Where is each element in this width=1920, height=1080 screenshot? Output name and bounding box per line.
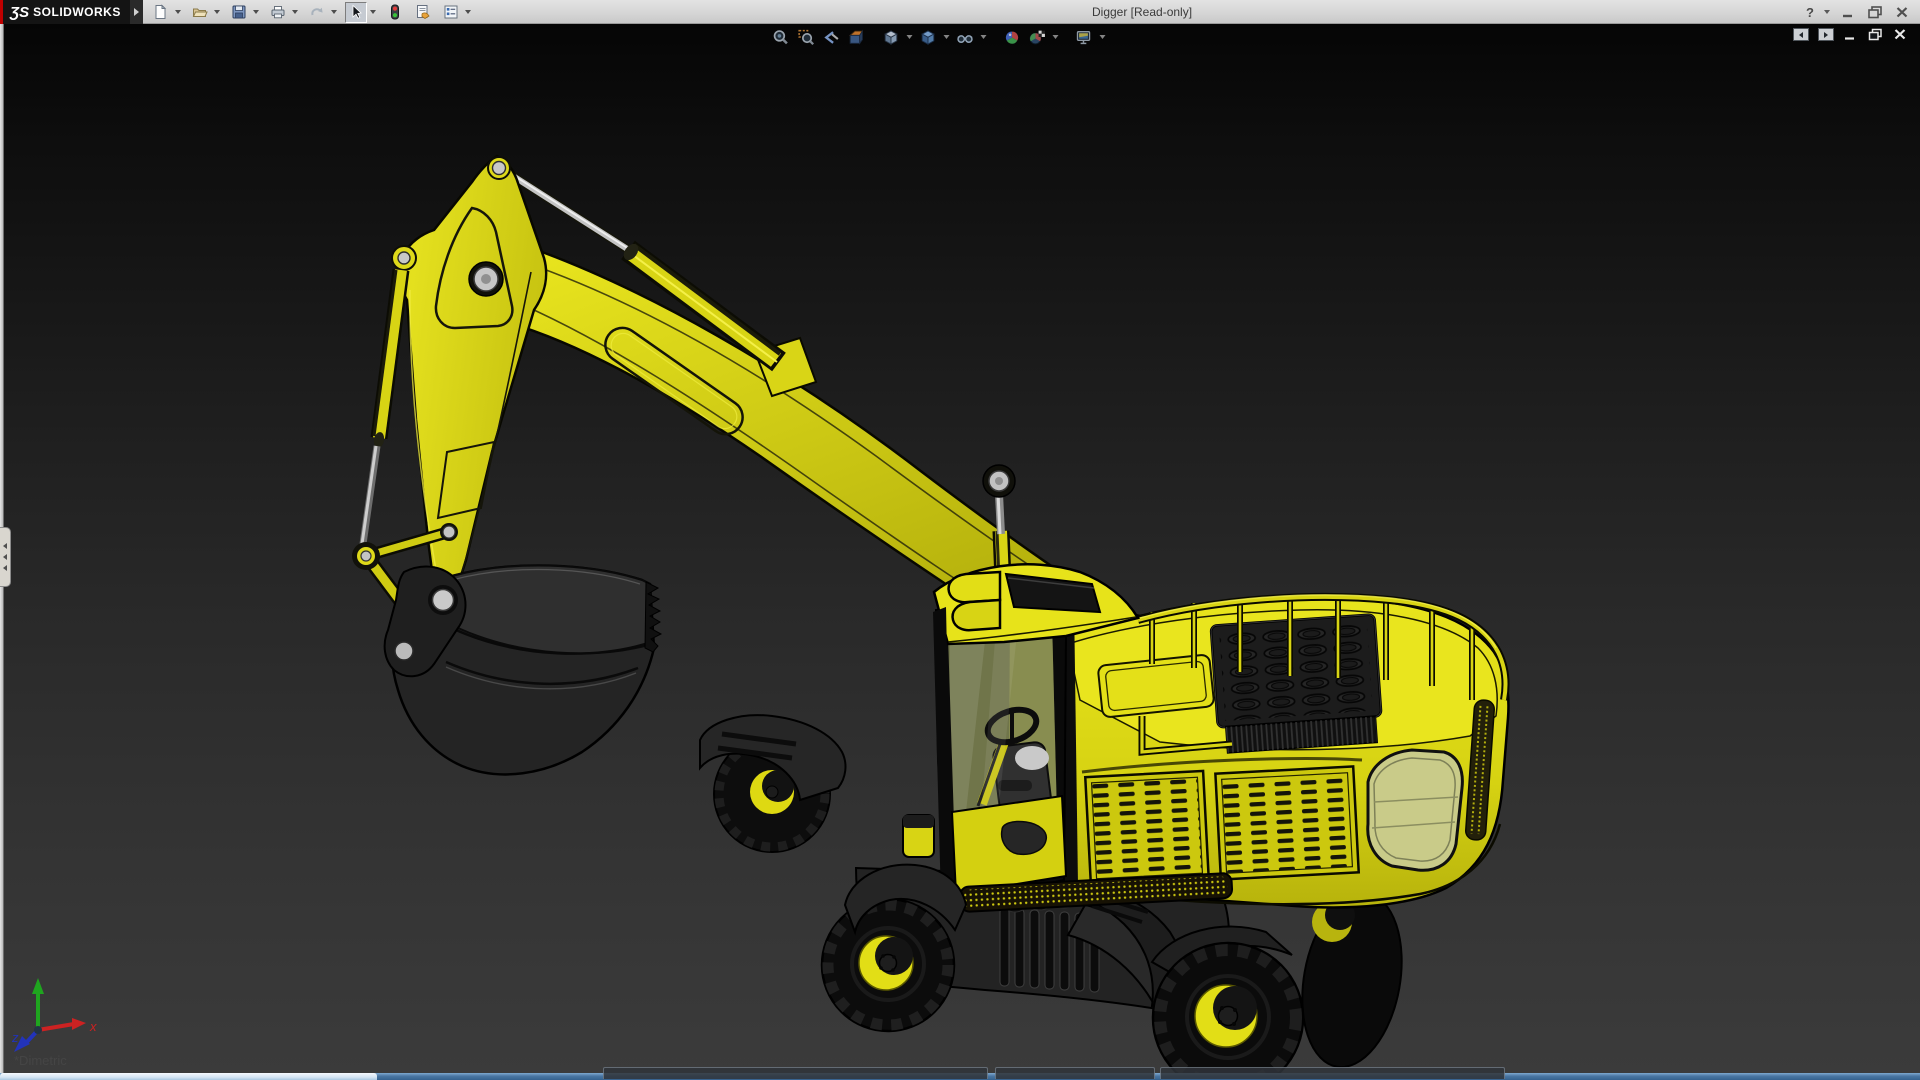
tile-pane-right-button[interactable] bbox=[1818, 28, 1834, 41]
view-orientation-button[interactable] bbox=[880, 27, 902, 47]
solidworks-logo: ƷS SOLIDWORKS bbox=[0, 0, 130, 24]
help-dropdown[interactable] bbox=[1824, 10, 1830, 14]
zoom-to-area-icon bbox=[796, 28, 815, 47]
panel-expand-tab[interactable] bbox=[0, 527, 11, 587]
previous-view-icon bbox=[821, 28, 840, 47]
options-icon bbox=[442, 3, 460, 21]
undo-button[interactable] bbox=[306, 2, 328, 23]
new-document-button[interactable] bbox=[150, 2, 172, 23]
zoom-to-area-button[interactable] bbox=[795, 27, 817, 47]
rebuild-traffic-light-icon bbox=[386, 3, 404, 21]
taskbar[interactable] bbox=[0, 1073, 1920, 1080]
flyout-arrow-icon bbox=[134, 8, 139, 16]
pane-left-arrow-icon bbox=[1799, 32, 1803, 38]
doc-minimize-button[interactable] bbox=[1843, 28, 1858, 41]
brand-glyph: ƷS bbox=[10, 4, 29, 21]
logo-flyout-button[interactable] bbox=[130, 0, 143, 24]
headsup-view-toolbar bbox=[770, 27, 1107, 47]
view-settings-dropdown[interactable] bbox=[1098, 35, 1107, 39]
collapse-arrow-icon bbox=[3, 543, 7, 549]
restore-button[interactable] bbox=[1866, 5, 1884, 19]
options-button[interactable] bbox=[440, 2, 462, 23]
section-view-icon bbox=[846, 28, 865, 47]
file-properties-icon bbox=[414, 3, 432, 21]
logo-red-stripe bbox=[0, 0, 3, 24]
select-dropdown[interactable] bbox=[367, 2, 378, 23]
taskbar-button[interactable] bbox=[603, 1067, 988, 1079]
taskbar-quicklaunch[interactable] bbox=[0, 1073, 377, 1080]
undo-dropdown[interactable] bbox=[328, 2, 339, 23]
taskbar-button[interactable] bbox=[1160, 1067, 1505, 1079]
titlebar-controls: ? bbox=[1806, 0, 1910, 24]
section-view-button[interactable] bbox=[845, 27, 867, 47]
undo-icon bbox=[308, 3, 326, 21]
document-window-controls bbox=[1793, 28, 1908, 41]
select-button[interactable] bbox=[345, 2, 367, 23]
select-cursor-icon bbox=[347, 3, 365, 21]
graphics-viewport[interactable] bbox=[0, 24, 1920, 1073]
print-dropdown[interactable] bbox=[289, 2, 300, 23]
taskbar-button[interactable] bbox=[995, 1067, 1155, 1079]
file-properties-button[interactable] bbox=[412, 2, 434, 23]
tile-pane-left-button[interactable] bbox=[1793, 28, 1809, 41]
print-icon bbox=[269, 3, 287, 21]
titlebar: ƷS SOLIDWORKS bbox=[0, 0, 1920, 24]
close-button[interactable] bbox=[1894, 5, 1910, 19]
pane-right-arrow-icon bbox=[1824, 32, 1828, 38]
print-button[interactable] bbox=[267, 2, 289, 23]
hide-show-items-button[interactable] bbox=[954, 27, 976, 47]
open-document-icon bbox=[191, 3, 209, 21]
doc-restore-button[interactable] bbox=[1867, 28, 1884, 41]
view-orientation-icon bbox=[881, 28, 900, 47]
hide-show-items-dropdown[interactable] bbox=[979, 35, 988, 39]
view-settings-icon bbox=[1074, 28, 1093, 47]
save-button[interactable] bbox=[228, 2, 250, 23]
rebuild-button[interactable] bbox=[384, 2, 406, 23]
previous-view-button[interactable] bbox=[820, 27, 842, 47]
view-orientation-label: *Dimetric bbox=[14, 1053, 67, 1068]
view-orientation-dropdown[interactable] bbox=[905, 35, 914, 39]
save-dropdown[interactable] bbox=[250, 2, 261, 23]
display-style-icon bbox=[918, 28, 937, 47]
display-style-button[interactable] bbox=[917, 27, 939, 47]
zoom-to-fit-icon bbox=[771, 28, 790, 47]
hide-show-items-icon bbox=[955, 28, 974, 47]
open-document-button[interactable] bbox=[189, 2, 211, 23]
brand-name: SOLIDWORKS bbox=[33, 5, 121, 19]
solidworks-window: ƷS SOLIDWORKS bbox=[0, 0, 1920, 1080]
zoom-to-fit-button[interactable] bbox=[770, 27, 792, 47]
open-document-dropdown[interactable] bbox=[211, 2, 222, 23]
collapse-arrow-icon bbox=[3, 565, 7, 571]
save-icon bbox=[230, 3, 248, 21]
display-style-dropdown[interactable] bbox=[942, 35, 951, 39]
doc-close-button[interactable] bbox=[1893, 28, 1908, 41]
new-document-icon bbox=[152, 3, 170, 21]
standard-toolbar bbox=[150, 1, 473, 23]
minimize-button[interactable] bbox=[1840, 5, 1856, 19]
help-button[interactable]: ? bbox=[1806, 5, 1814, 20]
apply-scene-icon bbox=[1027, 28, 1046, 47]
options-dropdown[interactable] bbox=[462, 2, 473, 23]
view-settings-button[interactable] bbox=[1073, 27, 1095, 47]
apply-scene-button[interactable] bbox=[1026, 27, 1048, 47]
window-title: Digger [Read-only] bbox=[1092, 5, 1192, 19]
collapse-arrow-icon bbox=[3, 554, 7, 560]
apply-scene-dropdown[interactable] bbox=[1051, 35, 1060, 39]
edit-appearance-button[interactable] bbox=[1001, 27, 1023, 47]
new-document-dropdown[interactable] bbox=[172, 2, 183, 23]
edit-appearance-icon bbox=[1002, 28, 1021, 47]
